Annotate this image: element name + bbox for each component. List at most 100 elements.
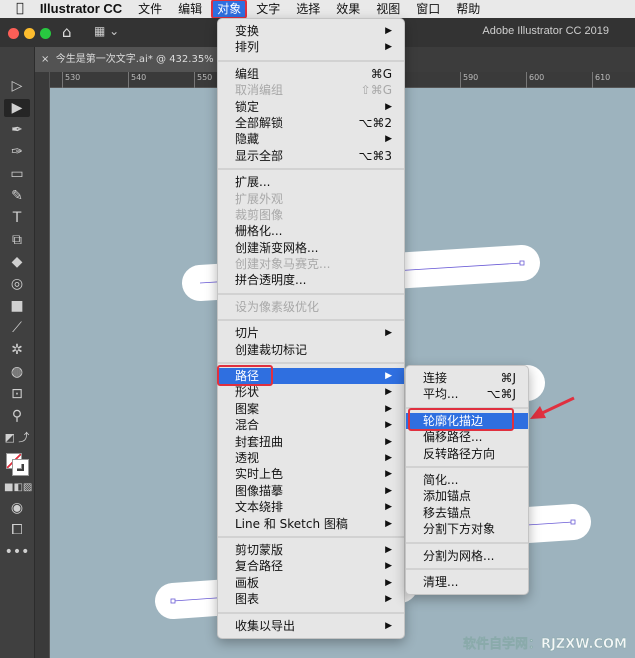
eyedropper-tool-icon[interactable]: ⟋ xyxy=(4,319,30,337)
path-submenu-item[interactable]: 偏移路径... xyxy=(406,429,528,445)
object-menu-item[interactable]: 锁定 ▶ xyxy=(218,99,404,115)
path-submenu-item[interactable]: 分割下方对象 xyxy=(406,521,528,537)
object-menu-item[interactable]: 栅格化... xyxy=(218,223,404,239)
object-menu-item[interactable]: Line 和 Sketch 图稿 ▶ xyxy=(218,516,404,532)
object-menu-item[interactable]: 透视 ▶ xyxy=(218,450,404,466)
path-submenu-item[interactable]: 简化... xyxy=(406,472,528,488)
object-menu-item[interactable]: 混合 ▶ xyxy=(218,417,404,433)
menu-effect[interactable]: 效果 xyxy=(328,0,368,18)
menu-item-label: 拼合透明度... xyxy=(235,273,307,288)
path-submenu-item[interactable]: 添加锚点 xyxy=(406,488,528,504)
live-paint-tool-icon[interactable]: ◍ xyxy=(4,363,30,381)
submenu-arrow-icon: ▶ xyxy=(385,518,392,529)
object-menu-item[interactable]: 拼合透明度... xyxy=(218,272,404,288)
document-tab[interactable]: × 今生是第一次文字.ai* @ 432.35% (RG xyxy=(35,47,225,72)
object-menu-item[interactable]: 变换 ▶ xyxy=(218,23,404,39)
path-submenu-item[interactable]: 轮廓化描边 xyxy=(406,412,528,430)
direct-selection-tool-icon[interactable]: ▷ xyxy=(4,77,30,95)
submenu-arrow-icon: ▶ xyxy=(385,544,392,555)
app-menu[interactable]: Illustrator CC xyxy=(32,0,130,18)
shape-builder-tool-icon[interactable]: ◎ xyxy=(4,275,30,293)
menu-item-shortcut: ⌥⌘2 xyxy=(358,115,392,130)
color-mode-icon[interactable]: ■◧▨ xyxy=(4,479,32,497)
object-menu-item[interactable]: 排列 ▶ xyxy=(218,39,404,55)
home-icon[interactable]: ⌂ xyxy=(62,23,72,41)
object-menu-item[interactable]: 剪切蒙版 ▶ xyxy=(218,542,404,558)
curvature-tool-icon[interactable]: ✑ xyxy=(4,143,30,161)
menu-separator xyxy=(218,315,404,325)
object-menu-item[interactable]: 图表 ▶ xyxy=(218,591,404,607)
type-tool-icon[interactable]: T xyxy=(4,209,30,227)
object-menu-item[interactable]: 封套扭曲 ▶ xyxy=(218,434,404,450)
zoom-window-button[interactable] xyxy=(40,28,51,39)
gradient-tool-icon[interactable]: ■ xyxy=(4,297,30,315)
object-menu-item[interactable]: 形状 ▶ xyxy=(218,384,404,400)
path-submenu-item[interactable]: 平均... ⌥⌘J xyxy=(406,386,528,402)
object-menu-item[interactable]: 创建渐变网格... xyxy=(218,240,404,256)
object-menu-item[interactable]: 实时上色 ▶ xyxy=(218,466,404,482)
object-menu-item[interactable]: 编组 ⌘G xyxy=(218,66,404,82)
zoom-tool-icon[interactable]: ⚲ xyxy=(4,407,30,425)
screen-mode-icon[interactable]: ⧠ xyxy=(4,521,30,539)
menu-window[interactable]: 窗口 xyxy=(408,0,448,18)
stroke-color-swatch[interactable] xyxy=(12,459,29,476)
object-menu-item[interactable]: 图像描摹 ▶ xyxy=(218,483,404,499)
object-menu-item[interactable]: 创建裁切标记 xyxy=(218,342,404,358)
object-menu-item[interactable]: 收集以导出 ▶ xyxy=(218,618,404,634)
object-menu-item[interactable]: 画板 ▶ xyxy=(218,575,404,591)
menu-item-shortcut: ⌥⌘3 xyxy=(358,148,392,163)
menu-item-label: 画板 xyxy=(235,575,260,590)
menu-file[interactable]: 文件 xyxy=(130,0,170,18)
close-tab-icon[interactable]: × xyxy=(41,54,49,65)
menu-item-label: 混合 xyxy=(235,418,260,433)
red-arrow-annotation xyxy=(530,396,575,419)
path-submenu-item[interactable]: 分割为网格... xyxy=(406,548,528,564)
object-menu-item[interactable]: 隐藏 ▶ xyxy=(218,131,404,147)
object-menu-item[interactable]: 切片 ▶ xyxy=(218,325,404,341)
menu-item-label: 创建渐变网格... xyxy=(235,240,319,255)
menu-view[interactable]: 视图 xyxy=(368,0,408,18)
ruler-label: 550 xyxy=(194,72,212,88)
menu-object[interactable]: 对象 xyxy=(211,0,248,19)
menu-item-label: 透视 xyxy=(235,450,260,465)
pen-tool-icon[interactable]: ✒ xyxy=(4,121,30,139)
menu-help[interactable]: 帮助 xyxy=(448,0,488,18)
object-menu-item[interactable]: 图案 ▶ xyxy=(218,401,404,417)
menu-item-label: 分割下方对象 xyxy=(423,522,496,537)
path-submenu-item[interactable]: 移去锚点 xyxy=(406,505,528,521)
path-submenu-item[interactable]: 连接 ⌘J xyxy=(406,370,528,386)
swap-colors-icon[interactable]: ◩ ⤴ xyxy=(4,429,30,447)
more-tools-icon[interactable]: ••• xyxy=(4,543,30,561)
path-submenu-item[interactable]: 反转路径方向 xyxy=(406,446,528,462)
menu-item-label: 全部解锁 xyxy=(235,115,284,130)
menu-type[interactable]: 文字 xyxy=(248,0,288,18)
minimize-window-button[interactable] xyxy=(24,28,35,39)
artboard-tool-icon[interactable]: ⊡ xyxy=(4,385,30,403)
submenu-arrow-icon: ▶ xyxy=(385,101,392,112)
scale-tool-icon[interactable]: ⧉ xyxy=(4,231,30,249)
draw-mode-icon[interactable]: ◉ xyxy=(4,499,30,517)
rectangle-tool-icon[interactable]: ▭ xyxy=(4,165,30,183)
object-menu-item[interactable]: 文本绕排 ▶ xyxy=(218,499,404,515)
apple-icon[interactable]:  xyxy=(0,0,32,18)
object-menu-item[interactable]: 显示全部 ⌥⌘3 xyxy=(218,148,404,164)
eraser-tool-icon[interactable]: ◆ xyxy=(4,253,30,271)
menu-separator xyxy=(218,289,404,299)
paintbrush-tool-icon[interactable]: ✎ xyxy=(4,187,30,205)
tools-panel: ▷ ▶ ✒ ✑ ▭ ✎ T ⧉ ◆ ◎ ■ ⟋ ✲ ◍ ⊡ ⚲ ◩ ⤴ ■◧▨ … xyxy=(0,47,35,658)
path-submenu-item[interactable]: 清理... xyxy=(406,574,528,590)
menu-item-shortcut: ⌥⌘J xyxy=(486,387,516,402)
menu-select[interactable]: 选择 xyxy=(288,0,328,18)
menu-edit[interactable]: 编辑 xyxy=(170,0,210,18)
puppet-warp-tool-icon[interactable]: ✲ xyxy=(4,341,30,359)
object-menu-item[interactable]: 路径 ▶ xyxy=(218,368,404,385)
object-menu-item[interactable]: 复合路径 ▶ xyxy=(218,558,404,574)
submenu-arrow-icon: ▶ xyxy=(385,452,392,463)
menu-item-label: 收集以导出 xyxy=(235,618,296,633)
workspace-layout-icon[interactable]: ▦ ⌄ xyxy=(94,24,119,38)
close-window-button[interactable] xyxy=(8,28,19,39)
selection-tool-icon[interactable]: ▶ xyxy=(4,99,30,117)
object-menu-item[interactable]: 扩展... xyxy=(218,174,404,190)
object-menu-item[interactable]: 全部解锁 ⌥⌘2 xyxy=(218,115,404,131)
menu-item-label: 复合路径 xyxy=(235,559,284,574)
